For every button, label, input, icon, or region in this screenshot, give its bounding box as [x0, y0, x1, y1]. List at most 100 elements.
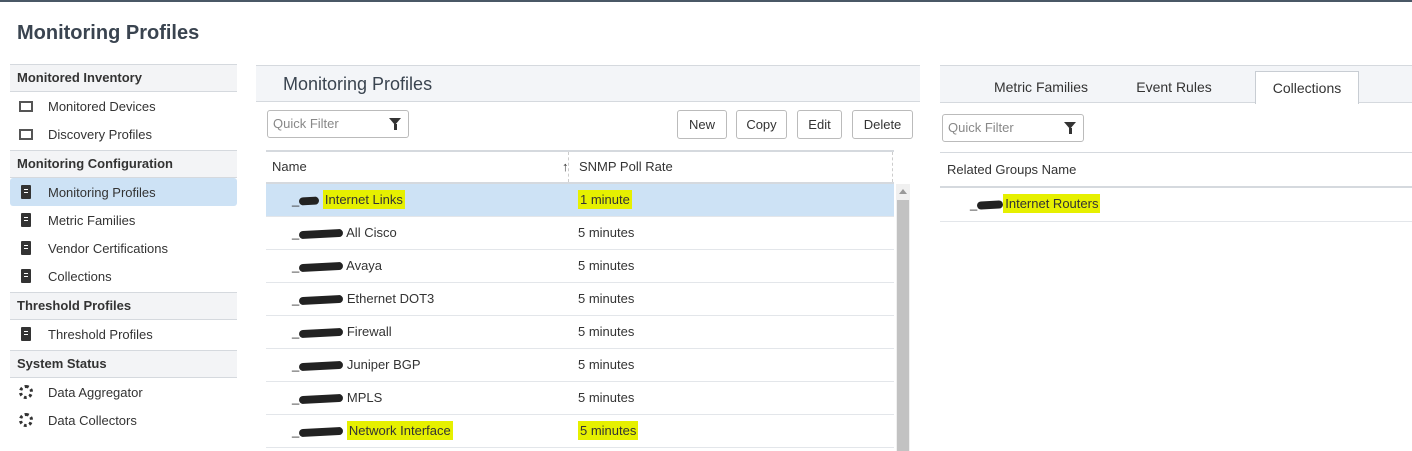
sidebar-item-label: Vendor Certifications: [48, 240, 168, 256]
sidebar-item-label: Metric Families: [48, 212, 136, 228]
table-row[interactable]: _ Network Interface 5 minutes: [266, 415, 894, 448]
name-prefix: _: [292, 324, 300, 339]
monitoring-profiles-panel: Monitoring Profiles Quick Filter New Cop…: [256, 65, 920, 451]
profile-name-cell: _ Network Interface: [292, 415, 453, 447]
sidebar-item-vendor-certifications[interactable]: Vendor Certifications: [10, 234, 237, 262]
sidebar-item-monitoring-profiles[interactable]: Monitoring Profiles: [10, 178, 237, 206]
poll-rate: 5 minutes: [578, 421, 639, 440]
scroll-up-icon[interactable]: [899, 189, 907, 194]
redacted-mark: [299, 294, 344, 305]
table-row[interactable]: _ Internet Routers: [940, 188, 1412, 222]
profile-name-cell: _ Firewall: [292, 316, 392, 348]
copy-button[interactable]: Copy: [736, 110, 787, 139]
sidebar-item-threshold-profiles[interactable]: Threshold Profiles: [10, 320, 237, 348]
tab-event-rules[interactable]: Event Rules: [1122, 71, 1226, 104]
profile-name: All Cisco: [346, 225, 397, 240]
device-icon: [18, 98, 34, 114]
redacted-mark: [299, 327, 344, 338]
tab-collections[interactable]: Collections: [1255, 71, 1359, 104]
sidebar-section-header: Monitored Inventory: [10, 64, 237, 92]
status-icon: [18, 384, 34, 400]
column-related-groups-name[interactable]: Related Groups Name: [940, 152, 1412, 188]
tab-bar: Metric Families Event Rules Collections: [940, 65, 1412, 104]
profile-name-cell: _ Juniper BGP: [292, 349, 421, 381]
filter-icon[interactable]: [1064, 122, 1076, 134]
filter-icon[interactable]: [389, 118, 401, 130]
profile-name: Ethernet DOT3: [346, 291, 435, 306]
profile-name-cell: _ Ethernet DOT3: [292, 283, 434, 315]
poll-rate: 1 minute: [578, 190, 632, 209]
table-row[interactable]: _ All Cisco 5 minutes: [266, 217, 894, 250]
page-title: Monitoring Profiles: [17, 22, 200, 44]
table-row[interactable]: _ Firewall 5 minutes: [266, 316, 894, 349]
redacted-mark: [299, 196, 320, 206]
poll-rate: 5 minutes: [578, 324, 635, 339]
group-name: Internet Routers: [1003, 194, 1101, 213]
redacted-mark: [299, 393, 344, 404]
sidebar-item-label: Data Collectors: [48, 412, 137, 428]
sidebar-section-header: Threshold Profiles: [10, 292, 237, 320]
column-snmp-poll-rate[interactable]: SNMP Poll Rate: [568, 152, 673, 182]
sidebar-item-label: Collections: [48, 268, 112, 284]
poll-rate: 5 minutes: [578, 291, 635, 306]
collections-quick-filter-input[interactable]: Quick Filter: [942, 114, 1084, 142]
sidebar-item-data-aggregator[interactable]: Data Aggregator: [10, 378, 237, 406]
poll-rate: 5 minutes: [578, 225, 635, 240]
table-row[interactable]: _ Internet Links 1 minute: [266, 184, 894, 217]
sidebar-item-label: Monitored Devices: [48, 98, 156, 114]
scroll-thumb[interactable]: [897, 200, 909, 451]
tab-metric-families[interactable]: Metric Families: [970, 71, 1112, 104]
sidebar-item-monitored-devices[interactable]: Monitored Devices: [10, 92, 237, 120]
profile-name: Juniper BGP: [346, 357, 421, 372]
sidebar-item-label: Discovery Profiles: [48, 126, 153, 142]
profile-name-cell: _ Avaya: [292, 250, 382, 282]
name-prefix: _: [292, 225, 300, 240]
sidebar-item-collections[interactable]: Collections: [10, 262, 237, 290]
profile-name: MPLS: [346, 390, 383, 405]
profile-name: Firewall: [346, 324, 392, 339]
profile-name-cell: _ MPLS: [292, 382, 382, 414]
redacted-mark: [299, 261, 344, 272]
sidebar-section-header: System Status: [10, 350, 237, 378]
name-prefix: _: [292, 423, 300, 438]
sidebar-item-data-collectors[interactable]: Data Collectors: [10, 406, 237, 434]
details-panel: Metric Families Event Rules Collections …: [940, 65, 1412, 451]
name-prefix: _: [292, 390, 300, 405]
profile-name-cell: _ All Cisco: [292, 217, 397, 249]
redacted-mark: [299, 360, 344, 371]
table-row[interactable]: _ MPLS 5 minutes: [266, 382, 894, 415]
new-button[interactable]: New: [677, 110, 727, 139]
table-row[interactable]: _ Ethernet DOT3 5 minutes: [266, 283, 894, 316]
document-icon: [18, 240, 34, 256]
document-icon: [18, 268, 34, 284]
name-prefix: _: [292, 357, 300, 372]
column-divider: [892, 152, 893, 182]
filter-placeholder: Quick Filter: [948, 120, 1014, 135]
edit-button[interactable]: Edit: [797, 110, 842, 139]
table-row[interactable]: _ Juniper BGP 5 minutes: [266, 349, 894, 382]
name-prefix: _: [292, 258, 300, 273]
redacted-mark: [977, 199, 1004, 210]
quick-filter-input[interactable]: Quick Filter: [267, 110, 409, 138]
profile-name: Internet Links: [322, 190, 405, 209]
redacted-mark: [299, 426, 344, 437]
profile-name-cell: _ Internet Links: [292, 184, 405, 216]
profile-name: Avaya: [346, 258, 383, 273]
name-prefix: _: [292, 291, 300, 306]
column-name[interactable]: Name: [272, 152, 307, 182]
table-header: Name ↑ SNMP Poll Rate: [266, 150, 894, 184]
vertical-scrollbar[interactable]: [896, 184, 910, 451]
sidebar-item-label: Monitoring Profiles: [48, 184, 156, 200]
table-row[interactable]: _ Avaya 5 minutes: [266, 250, 894, 283]
delete-button[interactable]: Delete: [852, 110, 913, 139]
poll-rate: 5 minutes: [578, 357, 635, 372]
sidebar-item-label: Threshold Profiles: [48, 326, 153, 342]
document-icon: [18, 184, 34, 200]
panel-title: Monitoring Profiles: [256, 65, 920, 102]
sidebar-item-metric-families[interactable]: Metric Families: [10, 206, 237, 234]
sidebar-item-discovery-profiles[interactable]: Discovery Profiles: [10, 120, 237, 148]
sidebar: Monitored Inventory Monitored Devices Disc…: [10, 64, 237, 434]
document-icon: [18, 212, 34, 228]
sidebar-item-label: Data Aggregator: [48, 384, 143, 400]
profile-name: Network Interface: [346, 421, 453, 440]
